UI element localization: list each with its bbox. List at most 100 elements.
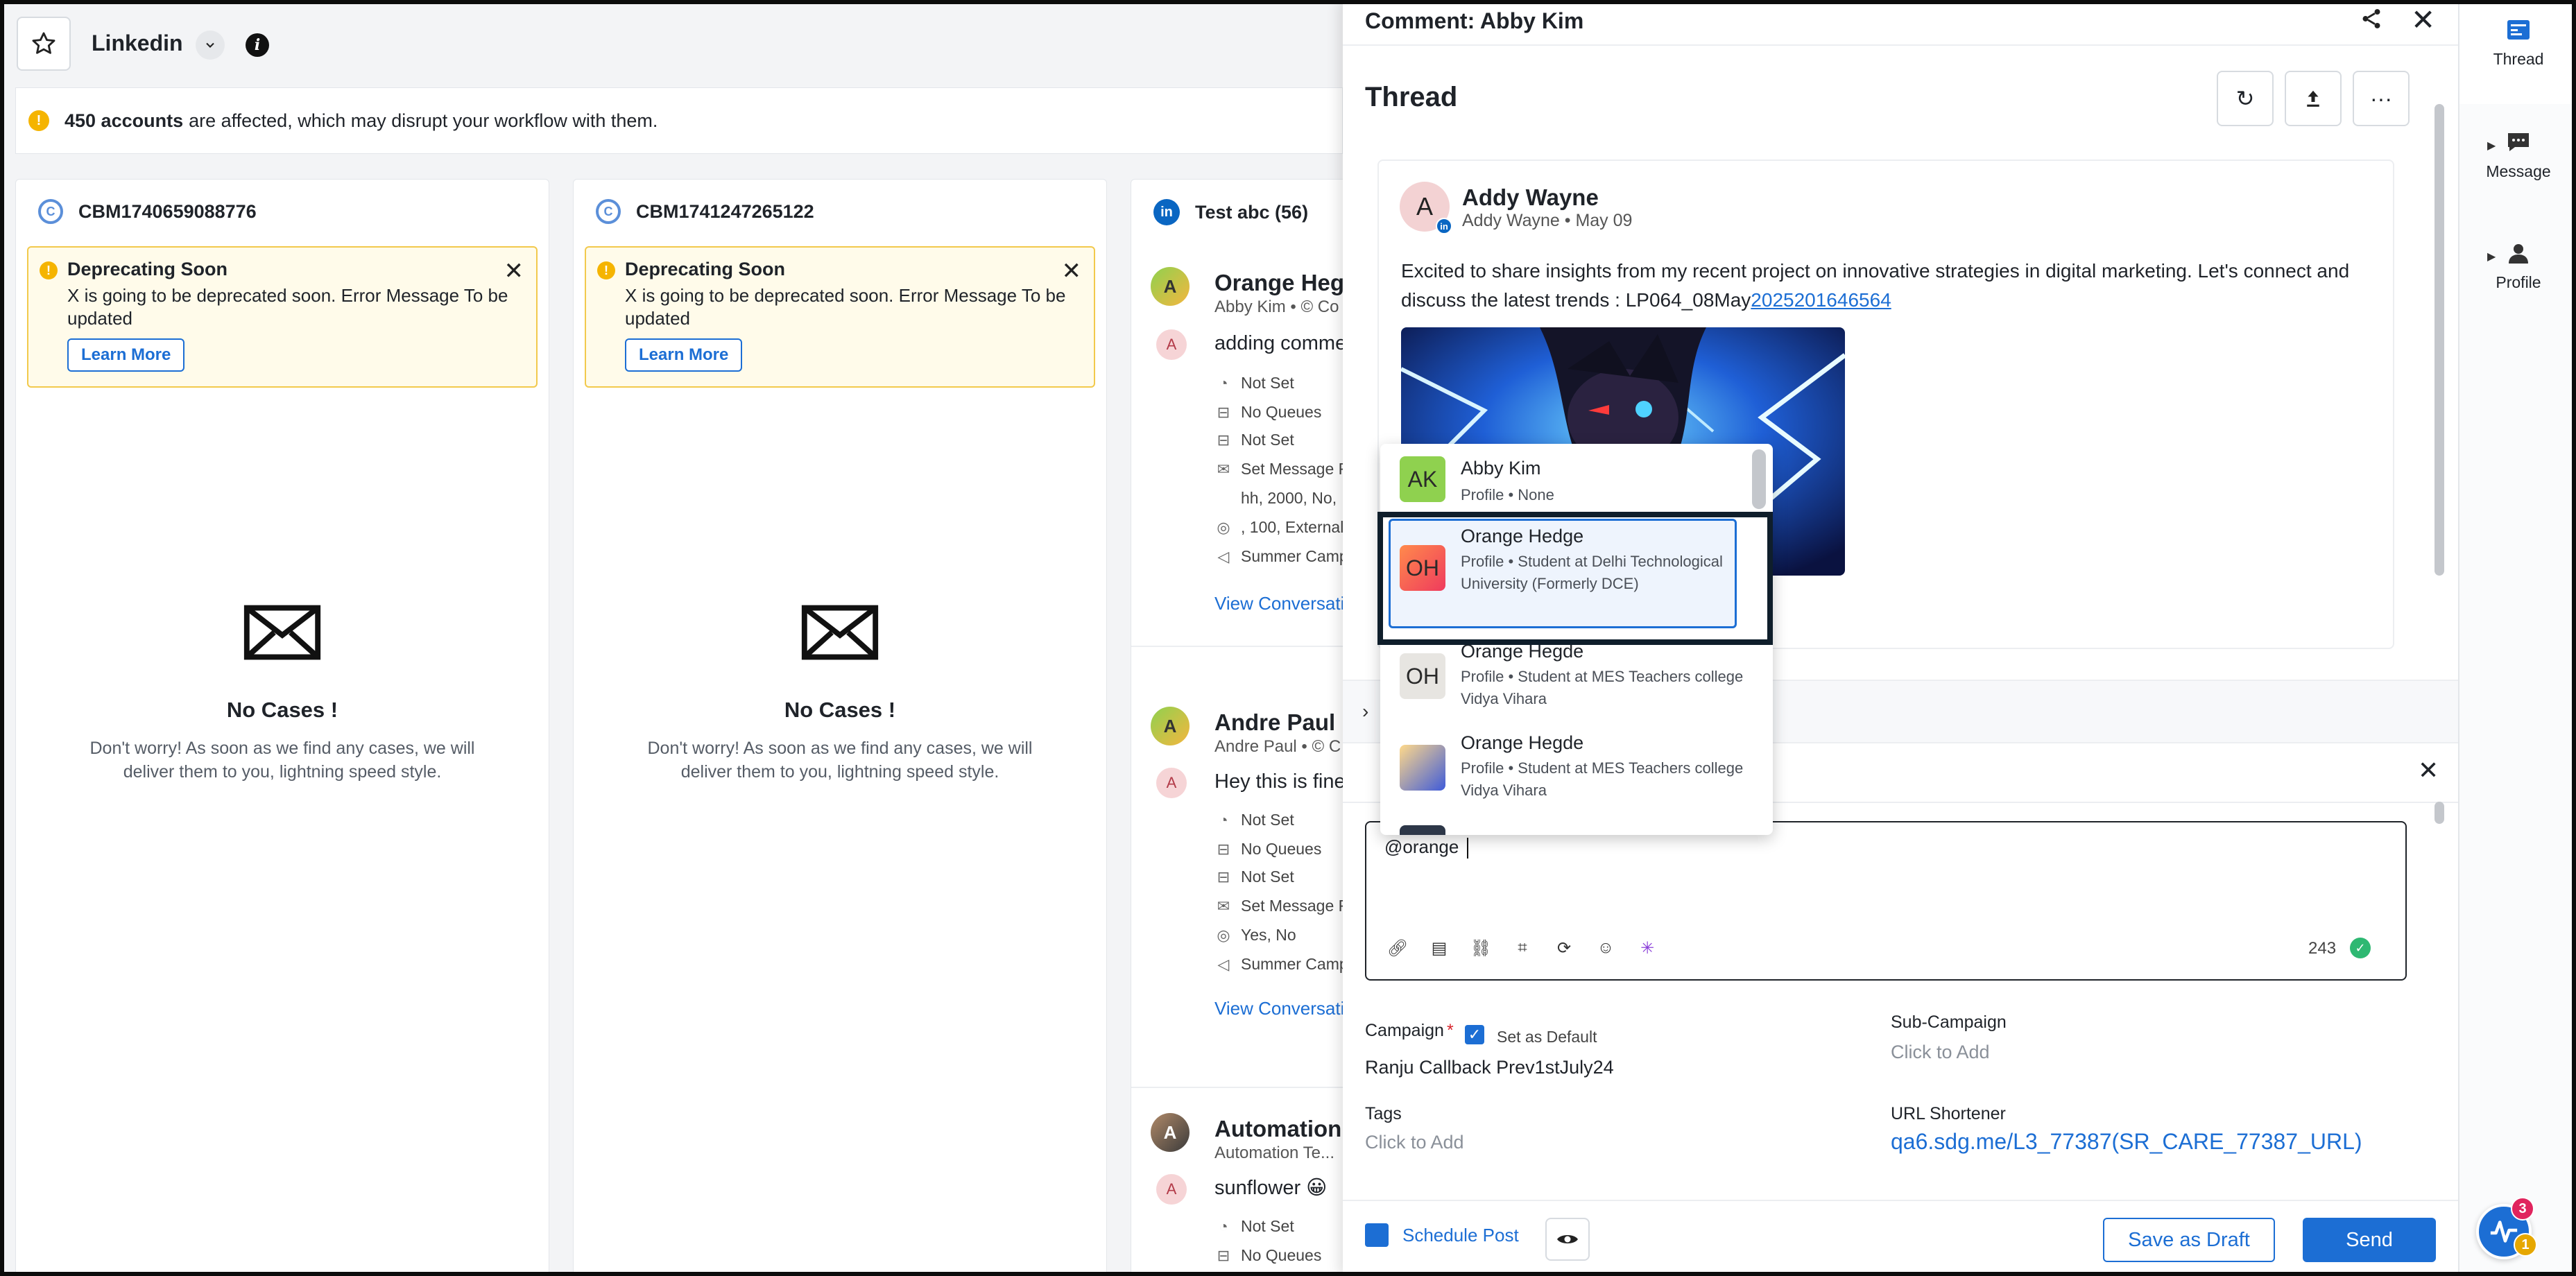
document-icon[interactable]: ▤ [1429, 938, 1450, 958]
tags-input[interactable]: Click to Add [1365, 1132, 1464, 1153]
rail-tab-profile[interactable]: Profile [2459, 243, 2576, 292]
campaign-value[interactable]: Ranju Callback Prev1stJuly24 [1365, 1057, 1614, 1078]
mention-option[interactable]: Orange Hegde Profile • Student at MES Te… [1380, 732, 1755, 816]
rail-label: Thread [2493, 50, 2544, 68]
attach-link-icon[interactable]: ⛓︎ [1470, 938, 1491, 958]
meta-queue: ⊟ No Queues [1214, 1246, 1322, 1265]
meta-field: ⊟ Not Set [1214, 868, 1294, 886]
learn-more-button[interactable]: Learn More [67, 338, 185, 372]
text-frame-icon[interactable]: ⌗ [1512, 938, 1533, 958]
refresh-content-icon[interactable]: ⟳ [1554, 938, 1574, 958]
scrollbar[interactable] [2435, 104, 2444, 576]
meta-field: ✉ Set Message R [1214, 460, 1350, 478]
scrollbar[interactable] [1752, 449, 1766, 509]
message-icon: ✉ [1217, 897, 1230, 915]
close-icon[interactable]: ✕ [504, 257, 524, 285]
learn-more-button[interactable]: Learn More [625, 338, 743, 372]
avatar: A [1156, 1174, 1187, 1205]
composer-input[interactable]: @orange [1384, 836, 1468, 859]
envelope-icon [801, 605, 879, 660]
avatar: AK [1400, 456, 1445, 502]
close-icon[interactable]: ✕ [1062, 257, 1082, 285]
avatar: A [1156, 768, 1187, 798]
column-title: CBM1741247265122 [636, 200, 814, 222]
column-title: CBM1740659088776 [78, 200, 257, 222]
sub-campaign-label: Sub-Campaign [1891, 1012, 2007, 1032]
focus-highlight [1377, 512, 1773, 645]
mention-option[interactable]: OH Orange Hegde Profile • Student at MES… [1380, 641, 1755, 724]
mention-description: Profile • Student at MES Teachers colleg… [1461, 759, 1744, 799]
more-options-button[interactable]: ··· [2353, 71, 2410, 126]
meta-field: ◎, 100, External [1214, 518, 1343, 537]
favorite-button[interactable] [17, 17, 71, 71]
linkedin-icon: in [1153, 199, 1180, 225]
message-icon [2508, 133, 2529, 151]
url-shortener-link[interactable]: qa6.sdg.me/L3_77387(SR_CARE_77387_URL) [1891, 1129, 2362, 1155]
column-header: C CBM1741247265122 [596, 199, 814, 224]
ellipsis-icon: ··· [2370, 85, 2392, 111]
conversation-name: Automation [1214, 1116, 1342, 1141]
alert-title: Deprecating Soon [67, 259, 228, 279]
profile-icon [2509, 244, 2528, 264]
alert-message: X is going to be deprecated soon. Error … [625, 285, 1066, 329]
info-icon[interactable]: i [246, 33, 269, 57]
close-icon[interactable]: ✕ [2418, 756, 2439, 785]
activity-fab[interactable]: 3 1 [2476, 1197, 2537, 1259]
emoji-icon[interactable]: ☺ [1595, 938, 1616, 958]
empty-state: No Cases ! Don't worry! As soon as we fi… [16, 589, 549, 784]
post-link[interactable]: 2025201646564 [1751, 289, 1891, 311]
app-switcher-button[interactable] [196, 31, 225, 60]
preview-button[interactable] [1545, 1218, 1590, 1261]
post-text: Excited to share insights from my recent… [1401, 260, 2350, 311]
link-icon[interactable]: 🔗︎ [1387, 938, 1408, 958]
rail-tab-thread[interactable]: Thread [2459, 19, 2576, 69]
conversation-sub: Automation Te... [1214, 1144, 1334, 1162]
scrollbar[interactable] [2435, 802, 2444, 824]
reply-composer[interactable]: @orange 🔗︎ ▤ ⛓︎ ⌗ ⟳ ☺ ✳ 243 ✓ [1365, 821, 2407, 981]
status-icon: ◔ [1219, 1217, 1228, 1235]
view-conversation-link[interactable]: View Conversati [1214, 593, 1344, 614]
post-author: Addy Wayne [1462, 184, 1599, 210]
conversation-name: Orange Heg [1214, 270, 1345, 295]
mention-option[interactable]: AK Abby Kim Profile • None [1380, 456, 1755, 517]
message-icon: ✉ [1217, 460, 1230, 478]
conversation-message: adding comme [1214, 332, 1347, 354]
meta-status: ◔ Not Set [1214, 811, 1294, 829]
conversation-name: Andre Paul [1214, 709, 1336, 735]
panel-footer: Schedule Post Save as Draft Send [1343, 1200, 2458, 1276]
tags-label: Tags [1365, 1104, 1402, 1123]
close-icon[interactable]: ✕ [2411, 3, 2435, 37]
refresh-button[interactable]: ↻ [2217, 71, 2274, 126]
character-count: 243 [2308, 939, 2337, 958]
meta-field: ⊟ Not Set [1214, 431, 1294, 449]
post-meta: Addy Wayne • May 09 [1462, 211, 1633, 230]
avatar: OH [1400, 653, 1445, 699]
schedule-post-button[interactable]: Schedule Post [1365, 1223, 1519, 1247]
status-icon: ◔ [1219, 374, 1228, 392]
save-draft-button[interactable]: Save as Draft [2103, 1218, 2275, 1262]
empty-state: No Cases ! Don't worry! As soon as we fi… [574, 589, 1106, 784]
alert-message: X is going to be deprecated soon. Error … [67, 285, 508, 329]
upload-button[interactable] [2285, 71, 2342, 126]
share-icon[interactable] [2360, 7, 2383, 36]
thread-icon [2507, 20, 2530, 40]
sub-campaign-input[interactable]: Click to Add [1891, 1042, 1990, 1063]
check-icon: ✓ [2350, 938, 2371, 958]
user-icon: ◎ [1217, 926, 1230, 944]
megaphone-icon: ◁ [1217, 955, 1230, 973]
ai-sparkle-icon[interactable]: ✳ [1637, 938, 1658, 958]
avatar: A [1151, 707, 1190, 745]
empty-title: No Cases ! [226, 698, 338, 722]
view-conversation-link[interactable]: View Conversati [1214, 998, 1344, 1019]
chevron-right-icon: › [1362, 700, 1369, 722]
channel-icon: C [38, 199, 63, 224]
deprecation-alert: ! Deprecating Soon X is going to be depr… [27, 246, 538, 388]
user-icon: ◎ [1217, 518, 1230, 536]
warning-icon: ! [40, 261, 58, 279]
rail-tab-message[interactable]: Message [2459, 132, 2576, 181]
megaphone-icon: ◁ [1217, 547, 1230, 565]
meta-campaign: ◁ Summer Camp [1214, 547, 1348, 566]
send-button[interactable]: Send [2303, 1218, 2436, 1262]
set-default-checkbox[interactable]: ✓ [1465, 1025, 1484, 1044]
empty-message: Don't worry! As soon as we find any case… [647, 739, 1033, 782]
